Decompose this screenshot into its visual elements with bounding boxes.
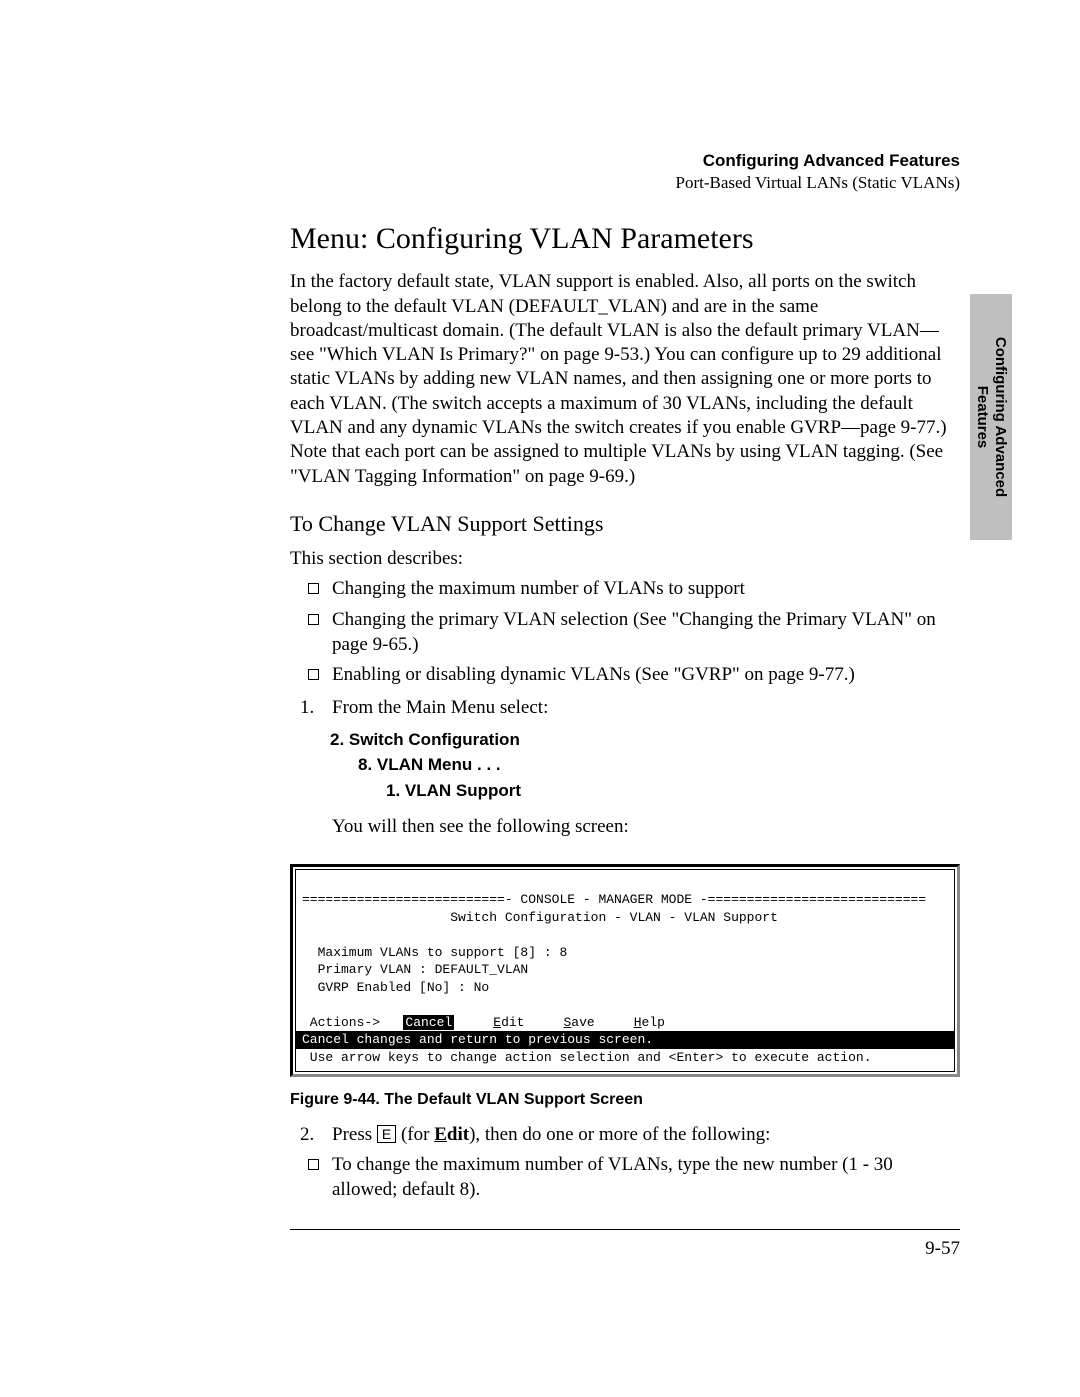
step-number: 1. bbox=[300, 696, 314, 721]
step-1: 1. From the Main Menu select: bbox=[290, 696, 960, 721]
bullet-list-2: To change the maximum number of VLANs, t… bbox=[290, 1153, 960, 1202]
step2-mid: (for bbox=[396, 1124, 434, 1145]
header-title: Configuring Advanced Features bbox=[290, 150, 960, 172]
list-item: To change the maximum number of VLANs, t… bbox=[290, 1153, 960, 1202]
console-inner: ==========================- CONSOLE - MA… bbox=[295, 869, 955, 1072]
step-2: 2. Press E (for Edit), then do one or mo… bbox=[290, 1123, 960, 1148]
menu-path-l1: 2. Switch Configuration bbox=[330, 730, 520, 749]
after-menu-text: You will then see the following screen: bbox=[332, 815, 960, 839]
keycap-e: E bbox=[377, 1125, 396, 1144]
bullet-list-1: Changing the maximum number of VLANs to … bbox=[290, 577, 960, 688]
page-content: Configuring Advanced Features Port-Based… bbox=[0, 0, 1080, 1320]
figure-caption: Figure 9-44. The Default VLAN Support Sc… bbox=[290, 1091, 960, 1109]
menu-path: 2. Switch Configuration 8. VLAN Menu . .… bbox=[330, 727, 960, 804]
step-number: 2. bbox=[300, 1123, 314, 1148]
step-list-2: 2. Press E (for Edit), then do one or mo… bbox=[290, 1123, 960, 1148]
menu-path-l3: 1. VLAN Support bbox=[386, 778, 960, 804]
console-status-bar: Cancel changes and return to previous sc… bbox=[296, 1031, 954, 1049]
step-list: 1. From the Main Menu select: bbox=[290, 696, 960, 721]
sub-heading: To Change VLAN Support Settings bbox=[290, 511, 960, 537]
console-hint: Use arrow keys to change action selectio… bbox=[296, 1049, 954, 1071]
list-item: Changing the maximum number of VLANs to … bbox=[290, 577, 960, 602]
console-action-cancel: Cancel bbox=[403, 1015, 454, 1030]
list-item: Changing the primary VLAN selection (See… bbox=[290, 608, 960, 657]
header-subtitle: Port-Based Virtual LANs (Static VLANs) bbox=[290, 172, 960, 194]
running-header: Configuring Advanced Features Port-Based… bbox=[290, 150, 960, 194]
footer-rule bbox=[290, 1229, 960, 1230]
menu-path-l2: 8. VLAN Menu . . . bbox=[358, 752, 960, 778]
console-screenshot: ==========================- CONSOLE - MA… bbox=[290, 864, 960, 1077]
intro-paragraph: In the factory default state, VLAN suppo… bbox=[290, 270, 960, 489]
section-heading: Menu: Configuring VLAN Parameters bbox=[290, 222, 960, 256]
list-item: Enabling or disabling dynamic VLANs (See… bbox=[290, 663, 960, 688]
console-top: ==========================- CONSOLE - MA… bbox=[296, 887, 954, 1031]
page-number: 9-57 bbox=[290, 1238, 960, 1260]
lead-text: This section describes: bbox=[290, 547, 960, 571]
step2-post: ), then do one or more of the following: bbox=[469, 1124, 770, 1145]
step2-pre: Press bbox=[332, 1124, 377, 1145]
step-text: From the Main Menu select: bbox=[332, 697, 548, 718]
